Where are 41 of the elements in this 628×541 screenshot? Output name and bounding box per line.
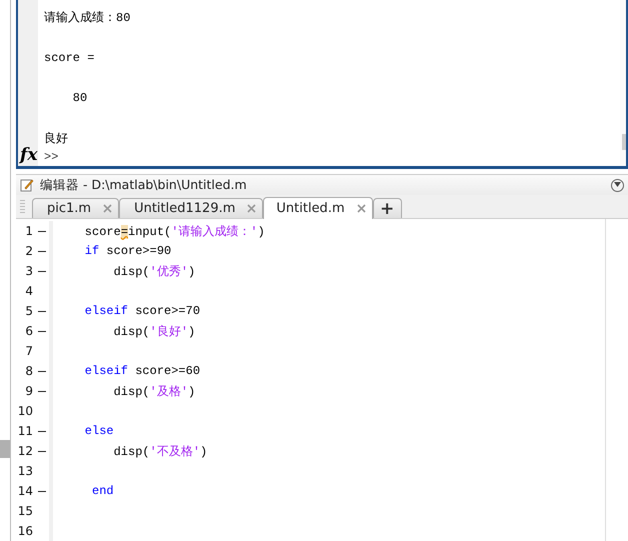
- file-tab[interactable]: pic1.m: [32, 198, 120, 218]
- code-line: disp('良好'): [112, 324, 196, 340]
- line-number: 1: [24, 224, 34, 238]
- line-number: 9: [24, 384, 34, 398]
- line-number: 6: [24, 324, 34, 338]
- line-number: 14: [16, 484, 34, 498]
- code-line: disp('及格'): [112, 384, 196, 400]
- code-line: end: [91, 484, 114, 498]
- line-number: 5: [24, 304, 34, 318]
- file-tab[interactable]: Untitled.m: [263, 197, 373, 219]
- command-prompt: >>: [44, 150, 58, 164]
- code-line: if score>=90: [84, 244, 172, 258]
- line-number: 8: [24, 364, 34, 378]
- output-line: 良好: [44, 130, 69, 148]
- document-pencil-icon: [20, 178, 34, 192]
- line-number: 11: [16, 424, 34, 438]
- code-line: score=input('请输入成绩：'): [84, 224, 265, 240]
- code-line: disp('不及格'): [112, 444, 208, 460]
- new-tab-button[interactable]: +: [372, 198, 402, 218]
- line-number: 7: [24, 344, 34, 358]
- line-number: 12: [16, 444, 34, 458]
- output-line: score =: [44, 50, 96, 68]
- code-line: elseif score>=60: [84, 364, 200, 378]
- line-number: 3: [24, 264, 34, 278]
- line-number: 2: [24, 244, 34, 258]
- function-browser-icon[interactable]: fx: [20, 146, 38, 164]
- line-number: 13: [16, 464, 34, 478]
- line-number: 4: [24, 284, 34, 298]
- line-number: 16: [16, 524, 34, 538]
- code-line: disp('优秀'): [112, 264, 196, 280]
- output-line: 80: [72, 90, 88, 108]
- line-number: 15: [16, 504, 34, 518]
- code-line: elseif score>=70: [84, 304, 200, 318]
- code-line: else: [84, 424, 114, 438]
- close-icon[interactable]: [356, 204, 366, 213]
- output-line: 请输入成绩：80: [44, 10, 132, 27]
- scroll-thumb[interactable]: [622, 134, 626, 150]
- line-number: 10: [16, 404, 34, 418]
- file-tab[interactable]: Untitled1129.m: [119, 198, 264, 218]
- dropdown-icon[interactable]: [611, 178, 624, 192]
- editor-title: 编辑器 - D:\matlab\bin\Untitled.m: [40, 176, 248, 194]
